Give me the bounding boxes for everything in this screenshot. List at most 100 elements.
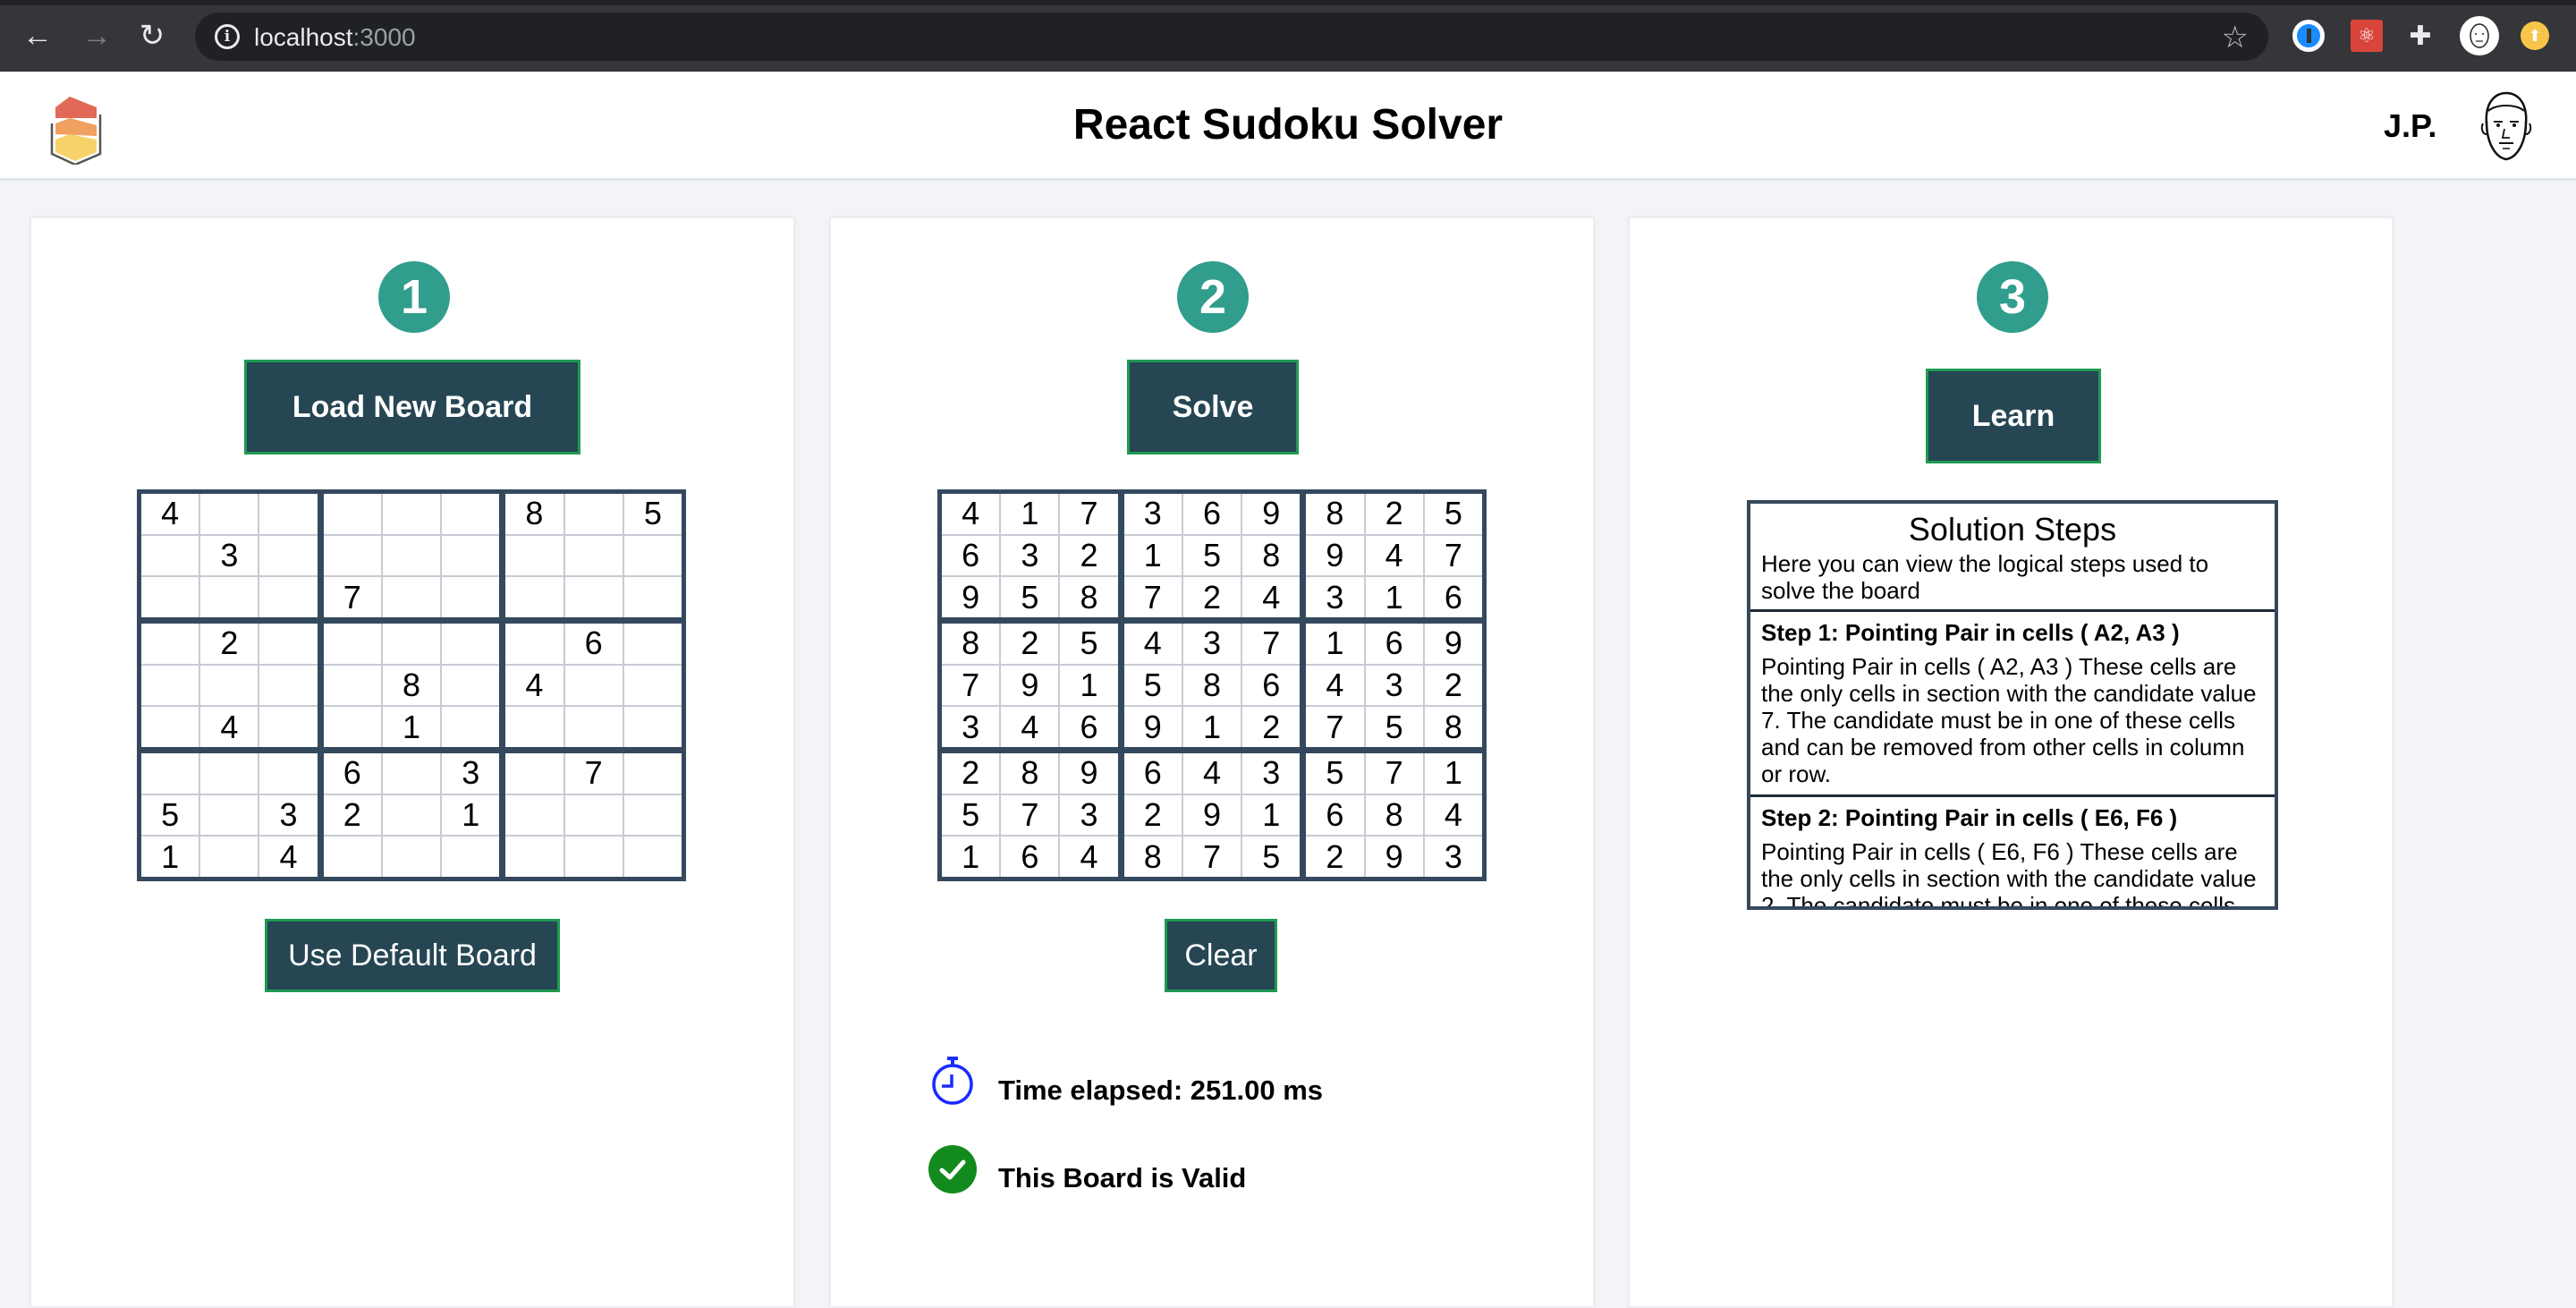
sudoku-cell[interactable]: 3 (1306, 577, 1364, 617)
url-text[interactable]: localhost:3000 (254, 23, 416, 52)
sudoku-cell[interactable] (382, 535, 441, 576)
sudoku-cell[interactable] (323, 494, 381, 534)
reload-icon[interactable]: ↻ (136, 20, 168, 52)
sudoku-cell[interactable]: 6 (1242, 665, 1301, 706)
sudoku-cell[interactable]: 5 (1424, 494, 1482, 534)
sudoku-cell[interactable]: 4 (1001, 707, 1059, 747)
profile-avatar-icon[interactable] (2460, 16, 2499, 55)
sudoku-cell[interactable]: 8 (1424, 707, 1482, 747)
sudoku-cell[interactable]: 2 (323, 794, 381, 836)
sudoku-cell[interactable]: 8 (382, 665, 441, 706)
sudoku-cell[interactable]: 3 (1365, 665, 1423, 706)
sudoku-cell[interactable]: 7 (942, 665, 1000, 706)
sudoku-cell[interactable]: 4 (1242, 577, 1301, 617)
sudoku-cell[interactable] (323, 624, 381, 664)
sudoku-cell[interactable] (200, 577, 258, 617)
sudoku-cell[interactable] (442, 665, 500, 706)
sudoku-cell[interactable] (141, 624, 199, 664)
sudoku-cell[interactable]: 7 (1242, 624, 1301, 664)
extensions-puzzle-icon[interactable]: ✚ (2404, 20, 2436, 52)
sudoku-cell[interactable]: 2 (1060, 535, 1118, 576)
sudoku-cell[interactable]: 2 (942, 753, 1000, 794)
sudoku-cell[interactable]: 3 (259, 794, 318, 836)
sudoku-cell[interactable]: 7 (1001, 794, 1059, 836)
sudoku-cell[interactable] (623, 753, 682, 794)
sudoku-cell[interactable] (323, 665, 381, 706)
sudoku-cell[interactable] (259, 535, 318, 576)
load-new-board-button[interactable]: Load New Board (244, 360, 580, 454)
sudoku-cell[interactable]: 5 (623, 494, 682, 534)
back-icon[interactable]: ← (21, 20, 54, 52)
sudoku-cell[interactable]: 8 (1001, 753, 1059, 794)
sudoku-cell[interactable] (623, 794, 682, 836)
sudoku-cell[interactable]: 7 (564, 753, 623, 794)
sudoku-cell[interactable]: 4 (259, 837, 318, 877)
sudoku-cell[interactable]: 4 (1365, 535, 1423, 576)
user-avatar-icon[interactable] (2478, 89, 2535, 163)
sudoku-cell[interactable] (505, 837, 564, 877)
sudoku-cell[interactable] (505, 707, 564, 747)
sudoku-cell[interactable]: 3 (1001, 535, 1059, 576)
sudoku-cell[interactable] (259, 753, 318, 794)
sudoku-cell[interactable]: 4 (200, 707, 258, 747)
sudoku-cell[interactable] (141, 665, 199, 706)
sudoku-cell[interactable]: 4 (141, 494, 199, 534)
sudoku-cell[interactable]: 9 (1182, 794, 1241, 836)
sudoku-cell[interactable]: 8 (1306, 494, 1364, 534)
sudoku-cell[interactable]: 6 (942, 535, 1000, 576)
sudoku-cell[interactable]: 1 (1123, 535, 1182, 576)
sudoku-cell[interactable] (564, 494, 623, 534)
sudoku-cell[interactable] (382, 794, 441, 836)
sudoku-cell[interactable]: 9 (942, 577, 1000, 617)
sudoku-cell[interactable] (382, 753, 441, 794)
sudoku-cell[interactable]: 9 (1365, 837, 1423, 877)
sudoku-cell[interactable] (259, 665, 318, 706)
sudoku-cell[interactable] (323, 837, 381, 877)
sudoku-cell[interactable]: 9 (1001, 665, 1059, 706)
sudoku-cell[interactable] (259, 624, 318, 664)
sudoku-cell[interactable]: 4 (1306, 665, 1364, 706)
sudoku-cell[interactable] (564, 577, 623, 617)
sudoku-cell[interactable]: 6 (1060, 707, 1118, 747)
sudoku-cell[interactable]: 9 (1123, 707, 1182, 747)
sudoku-cell[interactable]: 3 (942, 707, 1000, 747)
sudoku-cell[interactable]: 6 (1001, 837, 1059, 877)
sudoku-cell[interactable]: 6 (564, 624, 623, 664)
sudoku-cell[interactable] (382, 494, 441, 534)
sudoku-cell[interactable] (505, 753, 564, 794)
forward-icon[interactable]: → (80, 20, 113, 52)
react-devtools-icon[interactable]: ⚛ (2351, 20, 2383, 52)
sudoku-cell[interactable]: 6 (1123, 753, 1182, 794)
sudoku-cell[interactable]: 8 (1060, 577, 1118, 617)
sudoku-cell[interactable] (200, 794, 258, 836)
site-info-icon[interactable]: i (215, 24, 240, 49)
sudoku-cell[interactable] (200, 753, 258, 794)
sudoku-cell[interactable] (505, 535, 564, 576)
sudoku-cell[interactable]: 3 (1424, 837, 1482, 877)
sudoku-cell[interactable] (442, 837, 500, 877)
sudoku-cell[interactable] (382, 577, 441, 617)
app-logo-icon[interactable] (43, 89, 111, 165)
sudoku-cell[interactable] (623, 577, 682, 617)
update-icon[interactable]: ⬆ (2521, 21, 2549, 50)
sudoku-cell[interactable]: 9 (1306, 535, 1364, 576)
sudoku-cell[interactable] (564, 837, 623, 877)
sudoku-cell[interactable]: 8 (1242, 535, 1301, 576)
sudoku-cell[interactable]: 1 (1306, 624, 1364, 664)
sudoku-cell[interactable] (323, 707, 381, 747)
sudoku-cell[interactable] (505, 624, 564, 664)
sudoku-cell[interactable]: 4 (1123, 624, 1182, 664)
sudoku-cell[interactable]: 9 (1242, 494, 1301, 534)
sudoku-cell[interactable]: 4 (1182, 753, 1241, 794)
sudoku-cell[interactable]: 5 (1060, 624, 1118, 664)
sudoku-cell[interactable] (141, 535, 199, 576)
sudoku-cell[interactable] (259, 577, 318, 617)
sudoku-cell[interactable]: 3 (442, 753, 500, 794)
sudoku-cell[interactable]: 5 (1365, 707, 1423, 747)
sudoku-cell[interactable]: 1 (1182, 707, 1241, 747)
sudoku-cell[interactable]: 3 (1242, 753, 1301, 794)
sudoku-cell[interactable] (141, 707, 199, 747)
password-manager-icon[interactable] (2292, 20, 2325, 52)
sudoku-cell[interactable]: 6 (1365, 624, 1423, 664)
sudoku-cell[interactable]: 1 (942, 837, 1000, 877)
